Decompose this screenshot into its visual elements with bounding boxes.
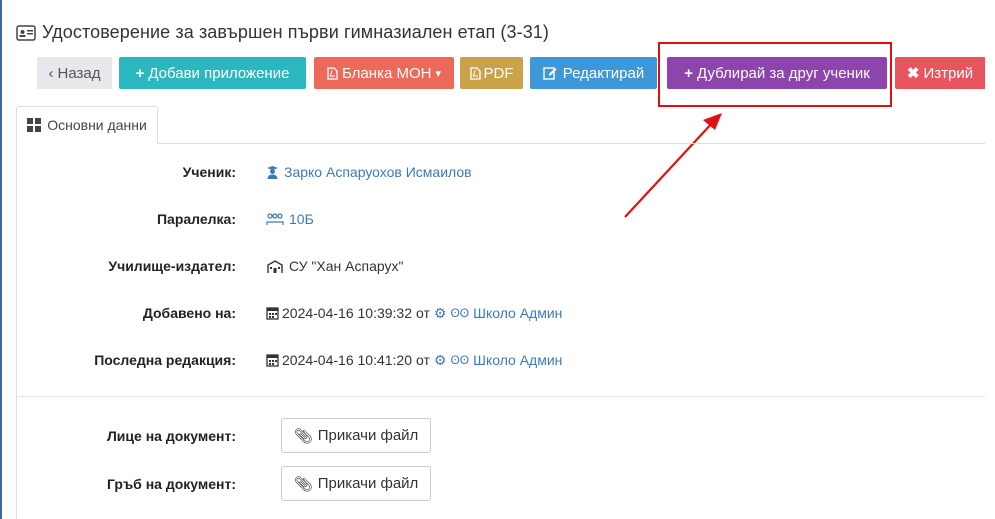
class-label: Паралелка: — [156, 211, 236, 227]
tab-bar-line — [16, 143, 985, 144]
student-link[interactable]: Зарко Аспаруохов Исмаилов — [284, 164, 472, 180]
class-link[interactable]: 10Б — [289, 211, 314, 227]
student-label: Ученик: — [182, 164, 236, 180]
paperclip-icon: 📎︎ — [293, 475, 313, 493]
back-doc-label: Гръб на документ: — [107, 476, 236, 492]
gear-icon: ⚙ — [433, 351, 447, 368]
calendar-icon — [266, 307, 279, 320]
added-value: 2024-04-16 10:39:32 от ⚙ ʘʘ Школо Админ — [266, 305, 562, 322]
student-row: Ученик: Зарко Аспаруохов Исмаилов — [16, 162, 976, 182]
content-left-border — [16, 144, 17, 519]
edited-by-prefix: от — [416, 352, 430, 368]
added-row: Добавено на: 2024-04-16 10:39:32 от ⚙ ʘʘ… — [16, 303, 976, 323]
class-value: 10Б — [266, 211, 314, 227]
edited-by-link[interactable]: Школо Админ — [473, 352, 562, 368]
paperclip-icon: 📎︎ — [293, 427, 313, 445]
school-row: Училище-издател: СУ "Хан Аспарух" — [16, 256, 976, 276]
front-doc-label: Лице на документ: — [106, 428, 236, 444]
glasses-icon: ʘʘ — [450, 306, 470, 320]
attach-back-button[interactable]: 📎︎ Прикачи файл — [281, 466, 431, 501]
calendar-icon — [266, 354, 279, 367]
class-row: Паралелка: 10Б — [16, 209, 976, 229]
attach-back-label: Прикачи файл — [317, 475, 419, 492]
classroom-icon — [266, 213, 284, 225]
graduate-icon — [267, 166, 278, 179]
tab-basic-data-label: Основни данни — [47, 117, 147, 133]
tab-basic-data[interactable]: Основни данни — [16, 106, 158, 144]
gear-icon: ⚙ — [433, 304, 447, 321]
edited-label: Последна редакция: — [94, 352, 236, 368]
section-divider — [16, 396, 985, 397]
edited-row: Последна редакция: 2024-04-16 10:41:20 о… — [16, 350, 976, 370]
grid-icon — [27, 118, 42, 132]
added-label: Добавено на: — [142, 305, 236, 321]
school-value: СУ "Хан Аспарух" — [266, 258, 403, 274]
school-name: СУ "Хан Аспарух" — [289, 258, 404, 274]
edited-value: 2024-04-16 10:41:20 от ⚙ ʘʘ Школо Админ — [266, 352, 562, 369]
attach-front-button[interactable]: 📎︎ Прикачи файл — [281, 418, 431, 453]
glasses-icon: ʘʘ — [450, 353, 470, 367]
added-date: 2024-04-16 10:39:32 — [282, 305, 412, 321]
added-by-prefix: от — [416, 305, 430, 321]
front-doc-row: Лице на документ: — [16, 426, 976, 446]
back-doc-row: Гръб на документ: — [16, 474, 976, 494]
school-icon — [267, 259, 283, 273]
edited-date: 2024-04-16 10:41:20 — [282, 352, 412, 368]
added-by-link[interactable]: Школо Админ — [473, 305, 562, 321]
attach-front-label: Прикачи файл — [317, 427, 419, 444]
student-value: Зарко Аспаруохов Исмаилов — [266, 164, 472, 180]
school-label: Училище-издател: — [108, 258, 236, 274]
